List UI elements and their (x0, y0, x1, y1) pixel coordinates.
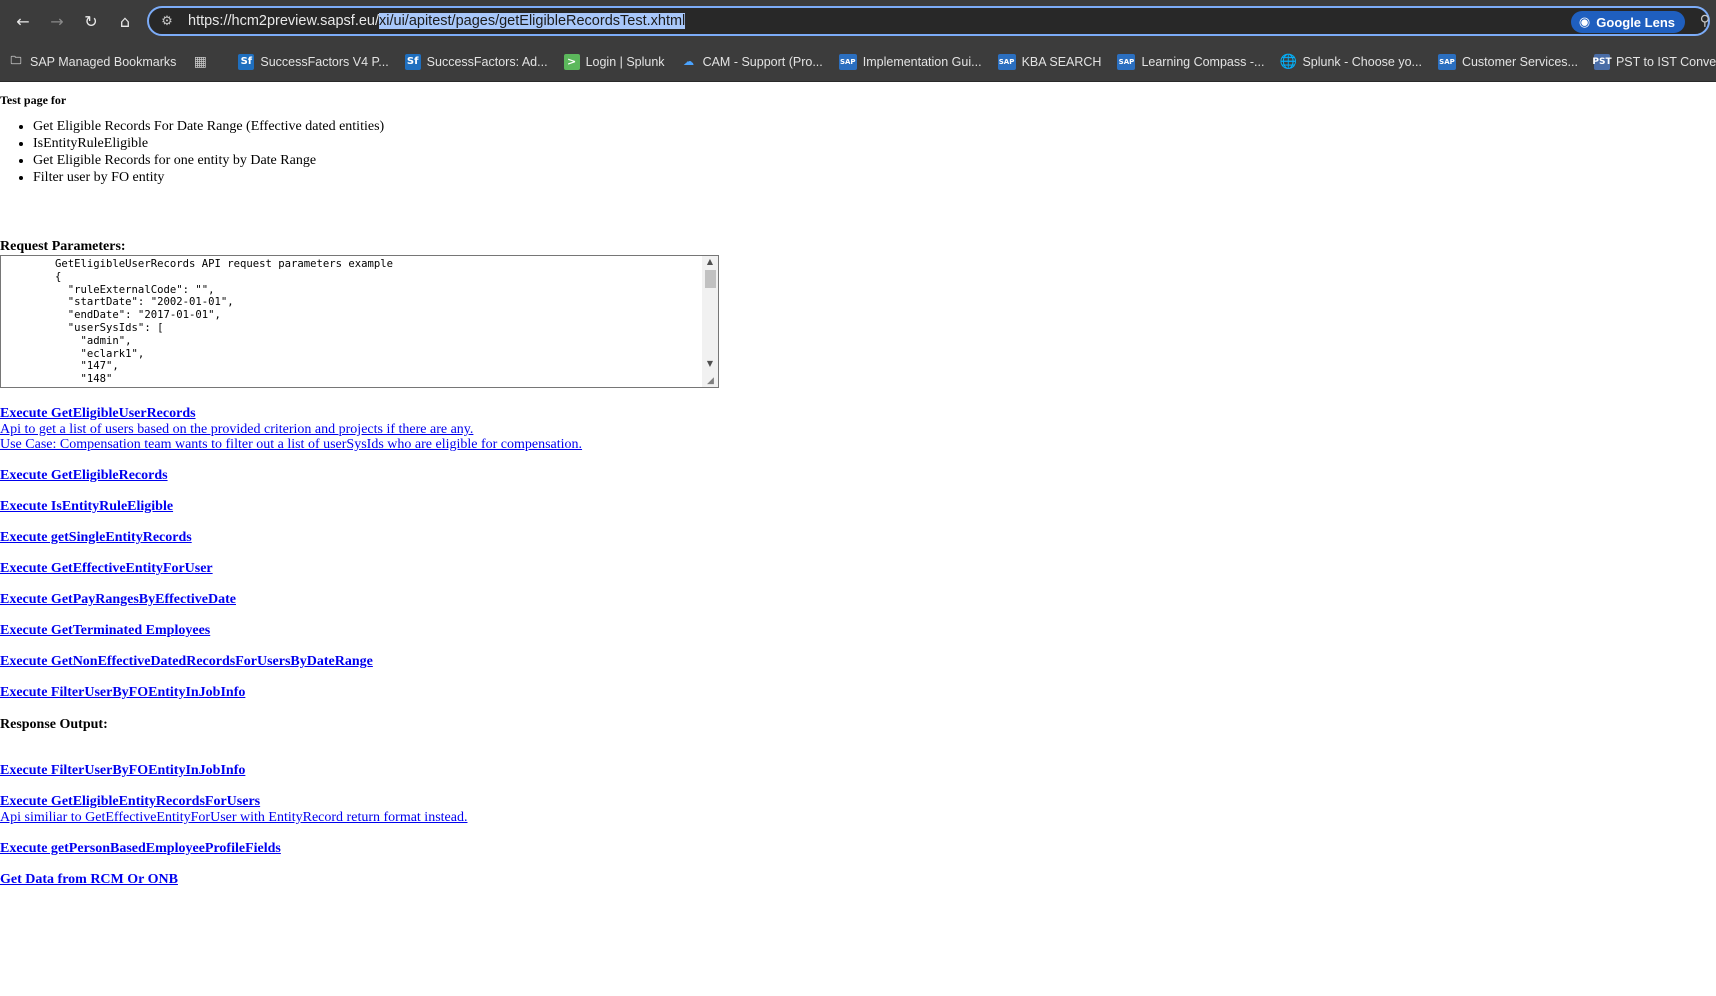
bookmark-label: SAP Managed Bookmarks (30, 54, 177, 69)
execute-get-eligible-entity-records-link[interactable]: Execute GetEligibleEntityRecordsForUsers (0, 794, 260, 810)
sap-icon: SAP (997, 53, 1016, 70)
execute-get-eligible-records-link[interactable]: Execute GetEligibleRecords (0, 468, 168, 484)
bookmark-successfactors-ad[interactable]: Sf SuccessFactors: Ad... (397, 48, 556, 76)
execute-get-person-based-link[interactable]: Execute getPersonBasedEmployeeProfileFie… (0, 841, 281, 857)
zoom-icon[interactable]: ⚲ (1700, 13, 1710, 29)
sap-icon: SAP (838, 53, 857, 70)
bookmark-label: Implementation Gui... (862, 54, 982, 69)
successfactors-icon: Sf (404, 53, 421, 70)
home-icon[interactable]: ⌂ (114, 10, 136, 32)
pst-icon: PST (1592, 53, 1612, 70)
feature-item: Get Eligible Records For Date Range (Eff… (33, 118, 384, 135)
bookmark-kba-search[interactable]: SAP KBA SEARCH (990, 48, 1110, 76)
resize-grip-icon[interactable]: ◢ (707, 376, 717, 386)
get-eligible-user-records-description-link[interactable]: Api to get a list of users based on the … (0, 422, 473, 438)
bookmark-splunk-login[interactable]: > Login | Splunk (556, 48, 673, 76)
url-host: https://hcm2preview.sapsf.eu/ (188, 13, 380, 29)
browser-toolbar: ← → ↻ ⌂ ⚙ https://hcm2preview.sapsf.eu/x… (0, 0, 1716, 42)
bookmark-pst-to-ist[interactable]: PST PST to IST Converte... (1586, 48, 1716, 76)
get-eligible-user-records-usecase-link[interactable]: Use Case: Compensation team wants to fil… (0, 437, 582, 453)
bookmark-customer-services[interactable]: SAP Customer Services... (1430, 48, 1586, 76)
execute-get-effective-entity-for-user-link[interactable]: Execute GetEffectiveEntityForUser (0, 561, 213, 577)
execute-is-entity-rule-eligible-link[interactable]: Execute IsEntityRuleEligible (0, 499, 173, 515)
google-lens-label: Google Lens (1596, 14, 1675, 30)
feature-list: Get Eligible Records For Date Range (Eff… (0, 118, 384, 186)
page-title: Test page for (0, 93, 67, 107)
bookmark-label: Splunk - Choose yo... (1302, 54, 1422, 69)
bookmark-label: Learning Compass -... (1141, 54, 1265, 69)
execute-get-single-entity-records-link[interactable]: Execute getSingleEntityRecords (0, 530, 192, 546)
execute-filter-user-by-fo-entity-link[interactable]: Execute FilterUserByFOEntityInJobInfo (0, 685, 245, 701)
bookmark-label: Login | Splunk (585, 54, 665, 69)
request-parameters-text[interactable]: GetEligibleUserRecords API request param… (1, 256, 718, 387)
request-parameters-textarea[interactable]: GetEligibleUserRecords API request param… (0, 255, 719, 388)
site-info-icon[interactable]: ⚙ (158, 12, 176, 30)
forward-arrow-icon[interactable]: → (46, 10, 68, 32)
page-content: Test page for Get Eligible Records For D… (0, 82, 1716, 996)
get-eligible-entity-records-description-link[interactable]: Api similiar to GetEffectiveEntityForUse… (0, 810, 467, 826)
feature-item: Filter user by FO entity (33, 169, 384, 186)
execute-get-terminated-employees-link[interactable]: Execute GetTerminated Employees (0, 623, 210, 639)
feature-item: IsEntityRuleEligible (33, 135, 384, 152)
bookmark-sap-managed[interactable]: 🗀 SAP Managed Bookmarks (0, 48, 184, 76)
scroll-up-icon[interactable]: ▲ (704, 257, 716, 266)
cloud-icon: ☁ (683, 55, 695, 68)
sap-icon: SAP (1117, 53, 1136, 70)
bookmark-label: SuccessFactors: Ad... (426, 54, 548, 69)
address-bar[interactable]: ⚙ https://hcm2preview.sapsf.eu/xi/ui/api… (147, 6, 1710, 36)
reload-icon[interactable]: ↻ (80, 10, 102, 32)
google-lens-button[interactable]: ◉ Google Lens (1570, 11, 1685, 33)
request-parameters-label: Request Parameters: (0, 239, 126, 254)
execute-filter-user-by-fo-entity-2-link[interactable]: Execute FilterUserByFOEntityInJobInfo (0, 763, 245, 779)
get-data-rcm-onb-link[interactable]: Get Data from RCM Or ONB (0, 872, 178, 888)
splunk-icon: > (563, 53, 580, 70)
bookmark-splunk-choose[interactable]: 🌐 Splunk - Choose yo... (1272, 48, 1430, 76)
back-arrow-icon[interactable]: ← (12, 10, 34, 32)
url-text[interactable]: https://hcm2preview.sapsf.eu/xi/ui/apite… (188, 13, 686, 29)
bookmark-learning-compass[interactable]: SAP Learning Compass -... (1109, 48, 1272, 76)
bookmark-label: KBA SEARCH (1021, 54, 1102, 69)
bookmark-successfactors-v4[interactable]: Sf SuccessFactors V4 P... (230, 48, 396, 76)
folder-icon: 🗀 (10, 54, 22, 67)
sap-icon: SAP (1437, 53, 1456, 70)
bookmark-label: CAM - Support (Pro... (702, 54, 823, 69)
bookmark-label: SuccessFactors V4 P... (260, 54, 389, 69)
scroll-down-icon[interactable]: ▼ (704, 359, 716, 368)
bookmark-label: Customer Services... (1461, 54, 1578, 69)
bookmarks-bar: 🗀 SAP Managed Bookmarks ▦ Sf SuccessFact… (0, 42, 1716, 82)
execute-get-pay-ranges-link[interactable]: Execute GetPayRangesByEffectiveDate (0, 592, 236, 608)
url-path-selected: xi/ui/apitest/pages/getEligibleRecordsTe… (379, 13, 686, 29)
bookmark-label: PST to IST Converte... (1615, 54, 1716, 69)
textarea-scrollbar[interactable]: ▲ ▼ (702, 256, 718, 387)
feature-item: Get Eligible Records for one entity by D… (33, 152, 384, 169)
apps-grid-icon: ▦ (193, 53, 207, 70)
successfactors-icon: Sf (238, 53, 255, 70)
response-output-label: Response Output: (0, 717, 108, 732)
execute-get-non-effective-dated-link[interactable]: Execute GetNonEffectiveDatedRecordsForUs… (0, 654, 373, 670)
bookmark-implementation-guide[interactable]: SAP Implementation Gui... (831, 48, 990, 76)
scroll-thumb[interactable] (705, 270, 716, 288)
bookmark-cam-support[interactable]: ☁ CAM - Support (Pro... (673, 48, 831, 76)
execute-get-eligible-user-records-link[interactable]: Execute GetEligibleUserRecords (0, 406, 196, 422)
globe-icon: 🌐 (1279, 53, 1298, 70)
lens-icon: ◉ (1578, 14, 1591, 30)
apps-button[interactable]: ▦ (184, 48, 222, 76)
